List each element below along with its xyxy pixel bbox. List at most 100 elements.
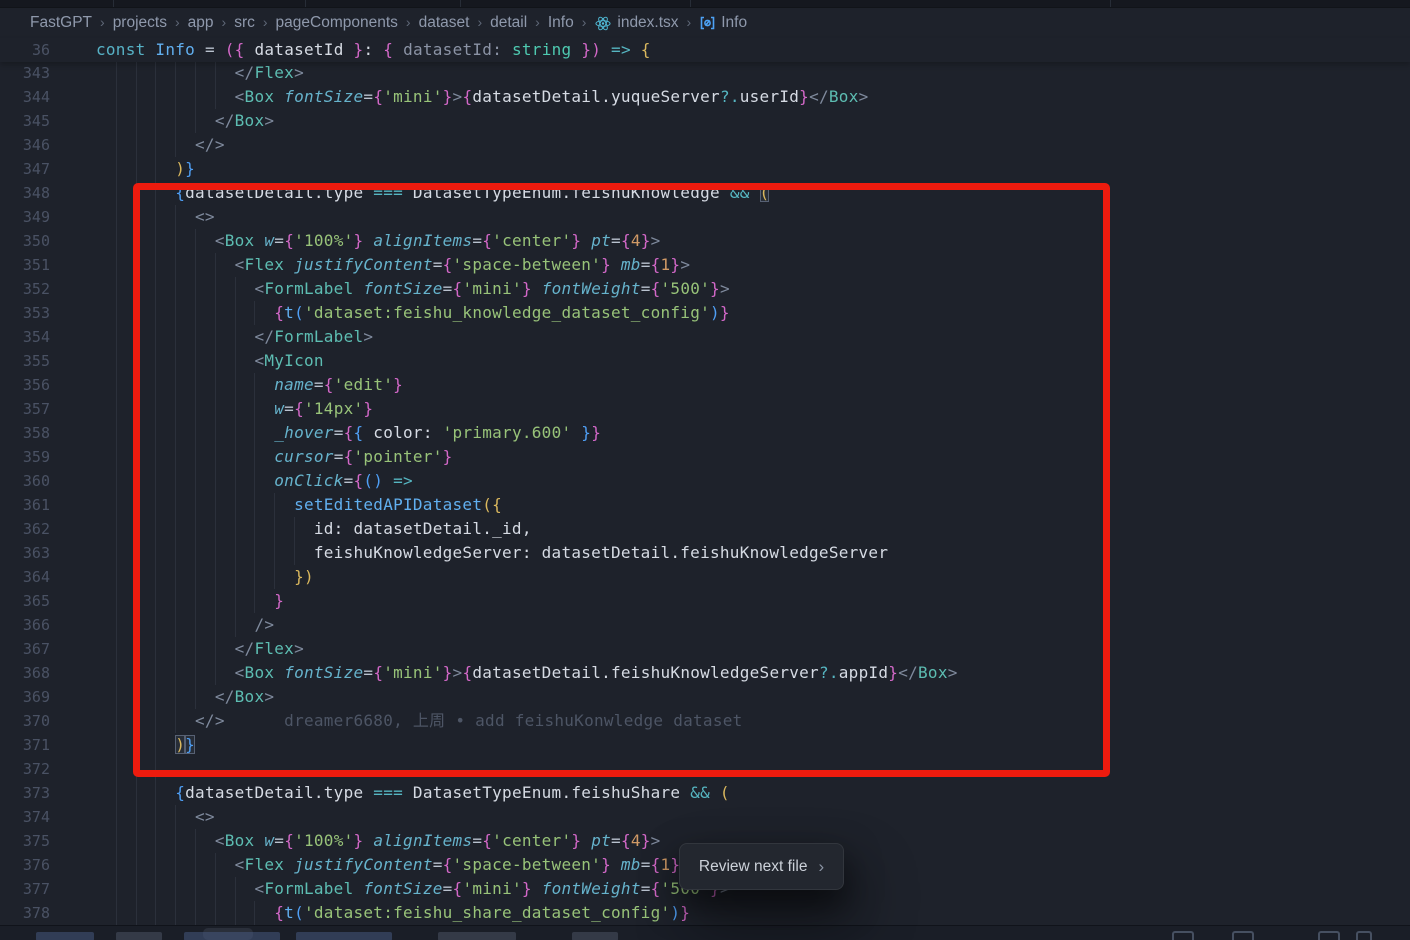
breadcrumb-item[interactable]: dataset [419,14,470,32]
line-number: 364 [0,565,50,589]
code-token: { [354,471,364,490]
code-line[interactable]: 372 [0,757,1410,781]
clipped-icon [1232,931,1254,940]
code-token: { [284,831,294,850]
code-line[interactable]: 370 </> dreamer6680, 上周 • add feishuKonw… [0,709,1410,733]
code-token [393,40,403,59]
code-token: { [641,40,651,59]
breadcrumb-item[interactable]: src [234,14,255,32]
code-token [363,231,373,250]
code-token: } [601,855,611,874]
code-text: }) [96,565,314,589]
code-line[interactable]: 350 <Box w={'100%'} alignItems={'center'… [0,229,1410,253]
clipped-text [296,932,392,940]
code-token: { [175,183,185,202]
line-number: 375 [0,829,50,853]
code-line[interactable]: 345 </Box> [0,109,1410,133]
code-line[interactable]: 378 {t('dataset:feishu_share_dataset_con… [0,901,1410,925]
code-line[interactable]: 36const Info = ({ datasetId }: { dataset… [0,38,1410,62]
code-token: = [641,879,651,898]
breadcrumb-item[interactable]: pageComponents [276,14,398,32]
line-number: 369 [0,685,50,709]
editor-code-area[interactable]: 343 </Flex>344 <Box fontSize={'mini'}>{d… [0,61,1410,925]
line-number: 366 [0,613,50,637]
clipped-text [36,932,94,940]
code-line[interactable]: 363 feishuKnowledgeServer: datasetDetail… [0,541,1410,565]
code-token: MyIcon [264,351,323,370]
code-token: fontWeight [542,279,641,298]
code-line[interactable]: 357 w={'14px'} [0,397,1410,421]
code-token [383,471,393,490]
code-line[interactable]: 368 <Box fontSize={'mini'}>{datasetDetai… [0,661,1410,685]
code-token: feishuKnowledgeServer: datasetDetail.fei… [314,543,888,562]
code-line[interactable]: 365 } [0,589,1410,613]
code-token [571,40,581,59]
code-line[interactable]: 346 </> [0,133,1410,157]
breadcrumb-symbol[interactable]: Info [699,14,747,32]
sticky-scroll-line[interactable]: 36const Info = ({ datasetId }: { dataset… [0,38,1410,62]
code-line[interactable]: 343 </Flex> [0,61,1410,85]
code-token: fontSize [363,279,442,298]
code-line[interactable]: 364 }) [0,565,1410,589]
code-token: </ [215,687,235,706]
chevron-right-icon: › [477,14,482,30]
breadcrumb-item[interactable]: detail [490,14,527,32]
chevron-right-icon: › [222,14,227,30]
code-line[interactable]: 373 {datasetDetail.type === DatasetTypeE… [0,781,1410,805]
code-text: <Box fontSize={'mini'}>{datasetDetail.fe… [96,661,958,685]
breadcrumb-item[interactable]: projects [113,14,167,32]
code-line[interactable]: 352 <FormLabel fontSize={'mini'} fontWei… [0,277,1410,301]
code-line[interactable]: 354 </FormLabel> [0,325,1410,349]
code-line[interactable]: 362 id: datasetDetail._id, [0,517,1410,541]
code-token: appId [839,663,889,682]
line-number: 367 [0,637,50,661]
code-text: } [96,589,284,613]
line-number: 351 [0,253,50,277]
code-token [611,855,621,874]
code-line[interactable]: 359 cursor={'pointer'} [0,445,1410,469]
code-line[interactable]: 347 )} [0,157,1410,181]
code-token [344,40,354,59]
code-token: } [571,231,581,250]
code-token: </ [254,327,274,346]
line-number: 350 [0,229,50,253]
code-token: { [492,495,502,514]
code-token: FormLabel [274,327,363,346]
code-line[interactable]: 374 <> [0,805,1410,829]
breadcrumb-item[interactable]: Info [548,14,574,32]
code-line[interactable]: 371 )} [0,733,1410,757]
code-token: => [611,40,631,59]
code-line[interactable]: 367 </Flex> [0,637,1410,661]
code-line[interactable]: 366 /> [0,613,1410,637]
code-line[interactable]: 356 name={'edit'} [0,373,1410,397]
code-token: pt [591,231,611,250]
code-line[interactable]: 349 <> [0,205,1410,229]
code-token [274,87,284,106]
code-token: </ [235,63,255,82]
code-token: datasetDetail.yuqueServer [472,87,720,106]
code-line[interactable]: 355 <MyIcon [0,349,1410,373]
line-number: 361 [0,493,50,517]
line-number: 343 [0,61,50,85]
code-text: <> [96,205,215,229]
code-line[interactable]: 369 </Box> [0,685,1410,709]
code-line[interactable]: 353 {t('dataset:feishu_knowledge_dataset… [0,301,1410,325]
code-line[interactable]: 348 {datasetDetail.type === DatasetTypeE… [0,181,1410,205]
code-line[interactable]: 344 <Box fontSize={'mini'}>{datasetDetai… [0,85,1410,109]
code-token: justifyContent [294,855,433,874]
code-token: Box [829,87,859,106]
code-token: pt [591,831,611,850]
breadcrumb-item[interactable]: app [188,14,214,32]
breadcrumb-item[interactable]: FastGPT [30,14,92,32]
code-token: { [383,40,393,59]
code-token [631,40,641,59]
code-line[interactable]: 361 setEditedAPIDataset({ [0,493,1410,517]
review-next-file-button[interactable]: Review next file › [679,843,844,890]
code-token: { [651,279,661,298]
breadcrumb-file[interactable]: index.tsx [594,14,678,32]
code-line[interactable]: 358 _hover={{ color: 'primary.600' }} [0,421,1410,445]
code-line[interactable]: 351 <Flex justifyContent={'space-between… [0,253,1410,277]
code-token [274,663,284,682]
code-line[interactable]: 360 onClick={() => [0,469,1410,493]
code-token [284,855,294,874]
